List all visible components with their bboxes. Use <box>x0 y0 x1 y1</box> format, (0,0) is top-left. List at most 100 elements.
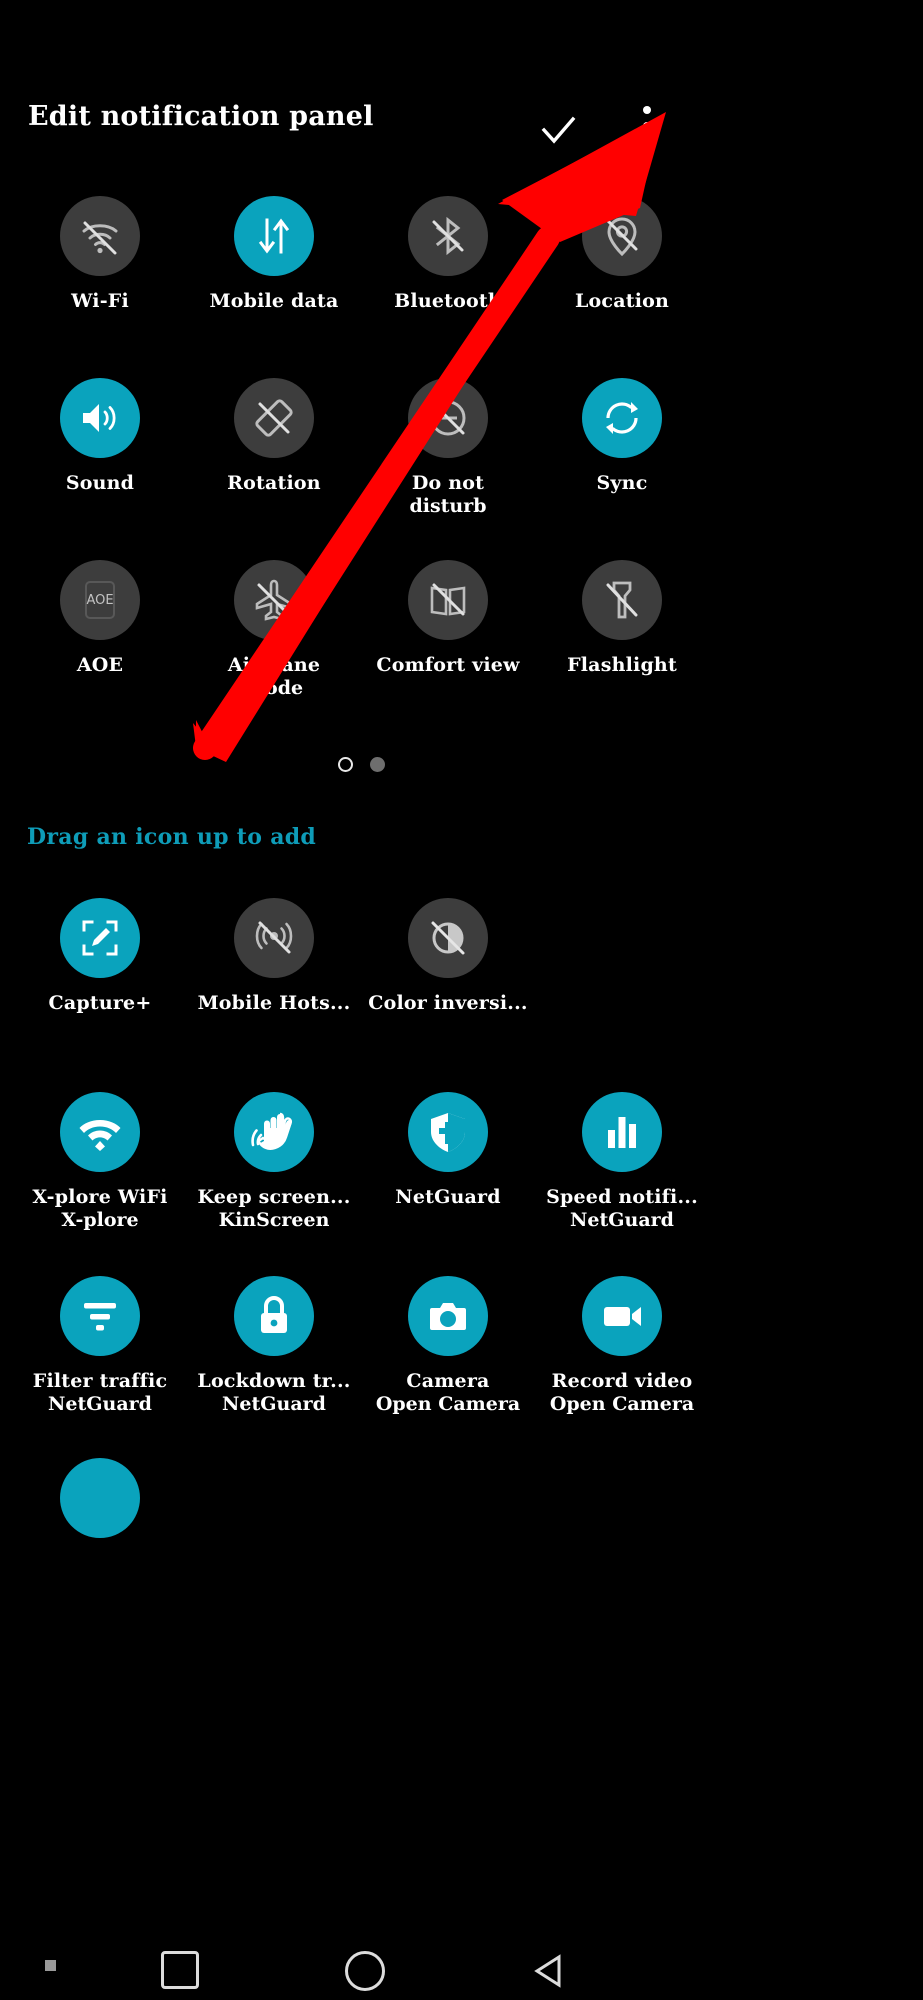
tile-color-inversion[interactable]: Color inversi... <box>361 898 535 1015</box>
tile-bubble[interactable] <box>60 1276 140 1356</box>
tile-label-line2: KinScreen <box>218 1209 330 1231</box>
tile-flashlight[interactable]: Flashlight <box>535 560 709 677</box>
tile-bubble[interactable] <box>234 196 314 276</box>
tile-label-line2: NetGuard <box>222 1393 326 1415</box>
tile-comfort-view[interactable]: Comfort view <box>361 560 535 677</box>
tile-bubble[interactable] <box>582 378 662 458</box>
sync-icon <box>606 402 638 434</box>
tile-bubble[interactable] <box>234 898 314 978</box>
tile-rotation[interactable]: Rotation <box>187 378 361 495</box>
tile-label: Mobile Hots... <box>197 992 351 1014</box>
tile-label: Speed notifi... <box>546 1186 698 1208</box>
tile-speed-notification[interactable]: Speed notifi... NetGuard <box>535 1092 709 1232</box>
tile-next-row-partial[interactable] <box>13 1458 187 1538</box>
tile-label: Do not <box>411 472 485 494</box>
tile-label: Camera <box>406 1370 490 1392</box>
tile-bubble[interactable] <box>408 1276 488 1356</box>
tile-label: Filter traffic <box>32 1370 168 1392</box>
tile-label-line2: X-plore <box>61 1209 139 1231</box>
tile-bubble[interactable] <box>234 1092 314 1172</box>
tile-label: Comfort view <box>376 654 520 676</box>
bar-chart-icon <box>608 1117 636 1148</box>
tile-label: Bluetooth <box>394 290 502 312</box>
tile-mobile-data[interactable]: Mobile data <box>187 196 361 313</box>
tile-bubble[interactable] <box>408 560 488 640</box>
square-dot-icon[interactable] <box>45 1960 56 1971</box>
tile-bubble[interactable] <box>582 560 662 640</box>
tile-bluetooth[interactable]: Bluetooth <box>361 196 535 313</box>
tile-bubble[interactable] <box>234 1276 314 1356</box>
tile-capture-plus[interactable]: Capture+ <box>13 898 187 1015</box>
app-header: Edit notification panel <box>0 100 723 166</box>
tile-label-line2: Open Camera <box>549 1393 695 1415</box>
page-title: Edit notification panel <box>28 101 374 132</box>
tile-label: Sync <box>596 472 648 494</box>
tile-label: Capture+ <box>48 992 152 1014</box>
square-icon[interactable] <box>161 1951 199 1989</box>
tile-sync[interactable]: Sync <box>535 378 709 495</box>
pager-dots[interactable] <box>0 752 723 776</box>
tile-bubble[interactable] <box>234 560 314 640</box>
lock-icon <box>261 1296 287 1333</box>
tile-bubble[interactable] <box>60 1092 140 1172</box>
tile-bubble[interactable] <box>60 196 140 276</box>
tile-location[interactable]: Location <box>535 196 709 313</box>
tile-do-not-disturb[interactable]: Do not disturb <box>361 378 535 518</box>
tile-bubble[interactable] <box>582 196 662 276</box>
confirm-check-button[interactable] <box>536 108 580 152</box>
shield-icon <box>431 1113 465 1152</box>
tile-filter-traffic[interactable]: Filter traffic NetGuard <box>13 1276 187 1416</box>
tile-camera[interactable]: Camera Open Camera <box>361 1276 535 1416</box>
location-off-icon <box>606 217 638 257</box>
tile-bubble[interactable] <box>582 1092 662 1172</box>
tile-label: Mobile data <box>209 290 339 312</box>
tile-bubble[interactable] <box>60 1458 140 1538</box>
tile-bubble[interactable] <box>60 378 140 458</box>
tile-bubble[interactable] <box>60 898 140 978</box>
overflow-menu-button[interactable] <box>630 106 664 154</box>
tile-keep-screen[interactable]: Keep screen... KinScreen <box>187 1092 361 1232</box>
tile-label: Airplane <box>227 654 321 676</box>
color-inversion-icon <box>431 921 465 955</box>
tile-label-line2: NetGuard <box>570 1209 674 1231</box>
tile-label: Color inversi... <box>368 992 528 1014</box>
tile-label: Keep screen... <box>197 1186 351 1208</box>
video-camera-icon <box>604 1307 641 1326</box>
circle-icon[interactable] <box>345 1951 385 1991</box>
tile-bubble[interactable] <box>408 196 488 276</box>
mobile-data-icon <box>258 218 290 254</box>
flashlight-off-icon <box>606 581 638 619</box>
tile-mobile-hotspot[interactable]: Mobile Hots... <box>187 898 361 1015</box>
tile-airplane-mode[interactable]: Airplane mode <box>187 560 361 700</box>
screenshot-right-padding <box>723 0 923 2000</box>
check-icon <box>541 116 576 144</box>
tile-bubble[interactable] <box>234 378 314 458</box>
hotspot-off-icon <box>255 921 293 954</box>
drag-hint-label: Drag an icon up to add <box>27 824 317 850</box>
tile-sound[interactable]: Sound <box>13 378 187 495</box>
camera-icon <box>430 1303 466 1330</box>
tile-label: Record video <box>551 1370 693 1392</box>
phone-screen: Edit notification panel Wi-Fi Mobile dat… <box>0 0 723 2000</box>
tile-bubble[interactable] <box>408 898 488 978</box>
svg-text:AOE: AOE <box>86 593 113 608</box>
tile-label: NetGuard <box>395 1186 501 1208</box>
aoe-icon: AOE <box>85 581 115 619</box>
tile-netguard[interactable]: NetGuard <box>361 1092 535 1209</box>
hand-wave-icon <box>251 1112 293 1151</box>
pager-dot-2[interactable] <box>370 756 385 772</box>
pager-dot-1[interactable] <box>338 756 353 772</box>
tile-lockdown-traffic[interactable]: Lockdown tr... NetGuard <box>187 1276 361 1416</box>
more-vertical-icon <box>643 122 651 130</box>
tile-bubble[interactable]: AOE <box>60 560 140 640</box>
tile-wifi[interactable]: Wi-Fi <box>13 196 187 313</box>
tile-bubble[interactable] <box>582 1276 662 1356</box>
tile-record-video[interactable]: Record video Open Camera <box>535 1276 709 1416</box>
tile-xplore-wifi[interactable]: X-plore WiFi X-plore <box>13 1092 187 1232</box>
tile-bubble[interactable] <box>408 1092 488 1172</box>
do-not-disturb-icon <box>430 400 466 436</box>
tile-bubble[interactable] <box>408 378 488 458</box>
back-button[interactable] <box>528 1950 570 1992</box>
comfort-view-icon <box>430 583 466 616</box>
tile-aoe[interactable]: AOE AOE <box>13 560 187 677</box>
